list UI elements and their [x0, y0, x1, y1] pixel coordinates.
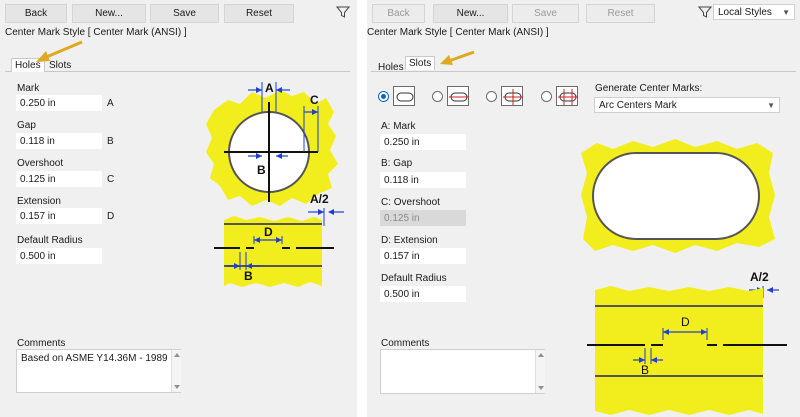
- comments-textarea[interactable]: [380, 349, 545, 394]
- overshoot-label: Overshoot: [17, 158, 64, 169]
- comments-textarea[interactable]: Based on ASME Y14.36M - 1989: [16, 349, 181, 393]
- diagram-label-b: B: [257, 163, 266, 177]
- slot-style-axis-option[interactable]: [447, 86, 469, 106]
- default-radius-field[interactable]: [16, 248, 102, 264]
- comments-scrollbar[interactable]: [535, 350, 545, 393]
- generate-center-marks-label: Generate Center Marks:: [595, 83, 703, 94]
- save-button[interactable]: Save: [512, 4, 579, 23]
- mark-letter: A: [107, 98, 114, 109]
- scroll-up-icon[interactable]: [174, 353, 180, 357]
- filter-icon[interactable]: [698, 5, 712, 19]
- b-gap-field[interactable]: [380, 172, 466, 188]
- tab-slots[interactable]: Slots: [405, 56, 436, 70]
- default-radius-label: Default Radius: [17, 235, 83, 246]
- gap-label: Gap: [17, 120, 36, 131]
- diagram-label-a: A: [265, 81, 274, 95]
- comments-label: Comments: [17, 338, 66, 349]
- gap-letter: B: [107, 136, 114, 147]
- mark-label: Mark: [17, 83, 40, 94]
- overshoot-field[interactable]: [16, 171, 102, 187]
- reset-button[interactable]: Reset: [224, 4, 294, 23]
- slot-style-radio-4[interactable]: [541, 91, 552, 102]
- chevron-down-icon: ▼: [767, 100, 775, 110]
- diagram-label-c: C: [310, 93, 319, 107]
- slot-style-center-option[interactable]: [501, 86, 523, 106]
- slot-style-none-option[interactable]: [393, 86, 415, 106]
- back-button[interactable]: Back: [372, 4, 425, 23]
- tab-strip: [371, 71, 796, 72]
- local-styles-dropdown[interactable]: Local Styles ▼: [713, 4, 795, 20]
- mark-field[interactable]: [16, 95, 102, 111]
- default-radius-field[interactable]: [380, 286, 466, 302]
- extension-letter: D: [107, 211, 115, 222]
- slot-shaft-diagram: A/2 D B: [587, 270, 787, 415]
- comments-scrollbar[interactable]: [171, 350, 181, 392]
- style-title: Center Mark Style [ Center Mark (ANSI) ]: [367, 27, 549, 38]
- diagram-label-a-half: A/2: [310, 192, 329, 206]
- comments-label: Comments: [381, 338, 430, 349]
- panel-separator: [357, 0, 367, 417]
- diagram-label-d: D: [264, 225, 273, 239]
- a-mark-label: A: Mark: [381, 121, 416, 132]
- new-button[interactable]: New...: [433, 4, 508, 23]
- slot-style-arc-centers-option[interactable]: [556, 86, 578, 106]
- tab-holes[interactable]: Holes: [376, 62, 406, 73]
- diagram-label-a-half: A/2: [750, 270, 769, 284]
- left-style-panel: Back New... Save Reset Center Mark Style…: [0, 0, 357, 417]
- new-button[interactable]: New...: [72, 4, 146, 23]
- scroll-down-icon[interactable]: [174, 385, 180, 389]
- generate-center-marks-dropdown[interactable]: Arc Centers Mark ▼: [594, 97, 780, 113]
- back-button[interactable]: Back: [5, 4, 67, 23]
- d-extension-label: D: Extension: [381, 235, 438, 246]
- filter-icon[interactable]: [336, 5, 350, 19]
- scroll-down-icon[interactable]: [538, 386, 544, 390]
- a-mark-field[interactable]: [380, 134, 466, 150]
- overshoot-letter: C: [107, 174, 115, 185]
- save-button[interactable]: Save: [150, 4, 219, 23]
- c-overshoot-label: C: Overshoot: [381, 197, 440, 208]
- slot-style-radio-3[interactable]: [486, 91, 497, 102]
- c-overshoot-field: [380, 210, 466, 226]
- slot-style-radio-2[interactable]: [432, 91, 443, 102]
- chevron-down-icon: ▼: [782, 7, 790, 17]
- d-extension-field[interactable]: [380, 248, 466, 264]
- extension-field[interactable]: [16, 208, 102, 224]
- diagram-label-d: D: [681, 315, 690, 329]
- reset-button[interactable]: Reset: [586, 4, 655, 23]
- slot-style-radio-1[interactable]: [378, 91, 389, 102]
- pointer-arrow-icon: [440, 50, 475, 65]
- extension-label: Extension: [17, 196, 61, 207]
- style-title: Center Mark Style [ Center Mark (ANSI) ]: [5, 27, 187, 38]
- right-style-panel: Back New... Save Reset Local Styles ▼ Ce…: [367, 0, 800, 417]
- diagram-label-b2: B: [244, 269, 253, 283]
- local-styles-value: Local Styles: [718, 6, 772, 18]
- default-radius-label: Default Radius: [381, 273, 447, 284]
- diagram-label-b: B: [641, 363, 649, 377]
- tab-strip: [5, 71, 350, 72]
- shaft-center-mark-diagram: A/2 D B: [214, 192, 344, 287]
- generate-center-marks-value: Arc Centers Mark: [599, 99, 677, 111]
- gap-field[interactable]: [16, 133, 102, 149]
- b-gap-label: B: Gap: [381, 158, 413, 169]
- scroll-up-icon[interactable]: [538, 353, 544, 357]
- pointer-arrow-icon: [36, 40, 83, 62]
- slot-diagram: [581, 139, 775, 253]
